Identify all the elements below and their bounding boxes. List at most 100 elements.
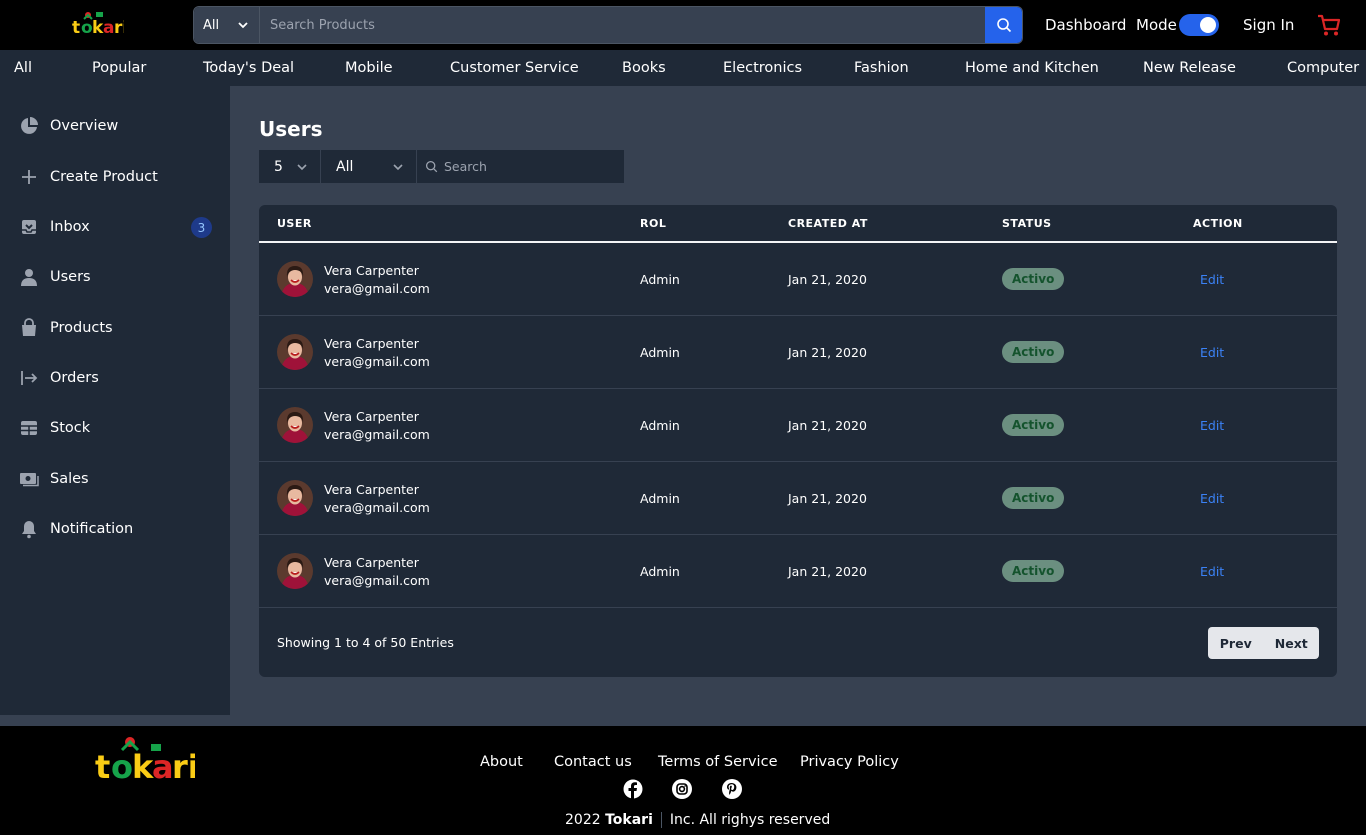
cart-icon	[1318, 14, 1341, 36]
logo-graphic: t o k a ri	[72, 12, 128, 38]
avatar	[277, 553, 313, 589]
sidebar-item-label: Notification	[50, 521, 134, 537]
category-mobile[interactable]: Mobile	[345, 60, 393, 76]
pinterest-icon[interactable]	[722, 779, 742, 799]
category-fashion[interactable]: Fashion	[854, 60, 909, 76]
category-books[interactable]: Books	[622, 60, 666, 76]
edit-link[interactable]: Edit	[1200, 491, 1224, 506]
inbox-icon	[18, 216, 40, 238]
category-bar: All Popular Today's Deal Mobile Customer…	[0, 50, 1366, 86]
top-header: t o k a ri All Dashboard Mode Sign In	[0, 0, 1366, 50]
table-row: Vera Carpenter vera@gmail.com Admin Jan …	[259, 535, 1337, 608]
sidebar-item-label: Overview	[50, 118, 119, 134]
sidebar-item-create-product[interactable]: Create Product	[18, 164, 214, 190]
status-badge: Activo	[1002, 560, 1065, 582]
user-email: vera@gmail.com	[324, 354, 430, 369]
table-search	[417, 150, 624, 183]
sidebar-item-overview[interactable]: Overview	[18, 113, 214, 139]
search-category-select[interactable]: All	[194, 7, 260, 43]
sign-in-link[interactable]: Sign In	[1243, 16, 1294, 34]
footer-link-about[interactable]: About	[480, 754, 523, 770]
copyright-divider	[660, 812, 662, 828]
user-created-at: Jan 21, 2020	[788, 418, 867, 433]
dashboard-link[interactable]: Dashboard	[1045, 16, 1126, 34]
edit-link[interactable]: Edit	[1200, 272, 1224, 287]
sidebar-item-inbox[interactable]: Inbox 3	[18, 214, 214, 240]
table-search-input[interactable]	[444, 159, 614, 174]
svg-text:ri: ri	[172, 748, 195, 782]
sidebar-item-sales[interactable]: Sales	[18, 466, 214, 492]
category-all[interactable]: All	[14, 60, 32, 76]
sidebar-item-label: Users	[50, 269, 91, 285]
page-size-select[interactable]: 5	[259, 150, 320, 183]
category-customer-service[interactable]: Customer Service	[450, 60, 579, 76]
category-new-release[interactable]: New Release	[1143, 60, 1236, 76]
column-header-action[interactable]: ACTION	[1193, 217, 1243, 230]
sidebar-item-users[interactable]: Users	[18, 264, 214, 290]
sidebar-item-orders[interactable]: Orders	[18, 365, 214, 391]
sidebar-item-stock[interactable]: Stock	[18, 415, 214, 441]
status-badge: Activo	[1002, 341, 1065, 363]
avatar	[277, 407, 313, 443]
avatar	[277, 334, 313, 370]
category-todays-deal[interactable]: Today's Deal	[203, 60, 294, 76]
mode-label: Mode	[1136, 16, 1177, 34]
search-icon	[996, 18, 1011, 33]
user-role: Admin	[640, 345, 680, 360]
user-icon	[18, 266, 40, 288]
pie-chart-icon	[18, 115, 40, 137]
svg-text:a: a	[152, 748, 174, 782]
footer-logo[interactable]: t o k a ri	[95, 732, 199, 786]
column-header-user[interactable]: USER	[277, 217, 312, 230]
edit-link[interactable]: Edit	[1200, 564, 1224, 579]
cash-icon	[18, 468, 40, 490]
category-popular[interactable]: Popular	[92, 60, 146, 76]
footer: t o k a ri About Contact us Terms of Ser…	[0, 726, 1366, 835]
user-email: vera@gmail.com	[324, 427, 430, 442]
edit-link[interactable]: Edit	[1200, 345, 1224, 360]
page-size-value: 5	[274, 158, 283, 175]
sidebar-item-label: Inbox	[50, 219, 90, 235]
chevron-down-icon	[297, 164, 307, 171]
copyright-brand: Tokari	[605, 812, 653, 828]
user-role: Admin	[640, 564, 680, 579]
pagination-info: Showing 1 to 4 of 50 Entries	[277, 635, 454, 650]
status-badge: Activo	[1002, 487, 1065, 509]
footer-link-privacy[interactable]: Privacy Policy	[800, 754, 899, 770]
svg-text:t: t	[95, 748, 110, 782]
user-name: Vera Carpenter	[324, 409, 419, 424]
next-button[interactable]: Next	[1264, 627, 1320, 659]
copyright: 2022 Tokari Inc. All righys reserved	[565, 812, 830, 828]
search-button[interactable]	[985, 7, 1022, 43]
prev-button[interactable]: Prev	[1208, 627, 1264, 659]
column-header-created-at[interactable]: CREATED AT	[788, 217, 868, 230]
product-search-bar: All	[193, 6, 1023, 44]
copyright-year: 2022	[565, 812, 601, 828]
chevron-down-icon	[393, 164, 403, 171]
category-home-kitchen[interactable]: Home and Kitchen	[965, 60, 1099, 76]
user-role: Admin	[640, 272, 680, 287]
column-header-status[interactable]: STATUS	[1002, 217, 1052, 230]
category-electronics[interactable]: Electronics	[723, 60, 802, 76]
footer-link-terms[interactable]: Terms of Service	[658, 754, 777, 770]
sidebar-item-notification[interactable]: Notification	[18, 516, 214, 542]
edit-link[interactable]: Edit	[1200, 418, 1224, 433]
cart-button[interactable]	[1316, 12, 1342, 42]
search-products-input[interactable]	[260, 7, 985, 43]
facebook-icon[interactable]	[623, 779, 643, 799]
table-icon	[18, 417, 40, 439]
toggle-knob	[1200, 17, 1216, 33]
category-computer[interactable]: Computer	[1287, 60, 1359, 76]
instagram-icon[interactable]	[672, 779, 692, 799]
column-header-rol[interactable]: ROL	[640, 217, 666, 230]
svg-text:o: o	[111, 748, 133, 782]
status-badge: Activo	[1002, 414, 1065, 436]
role-filter-select[interactable]: All	[321, 150, 416, 183]
footer-link-contact[interactable]: Contact us	[554, 754, 632, 770]
mode-toggle[interactable]	[1179, 14, 1219, 36]
logo[interactable]: t o k a ri	[72, 10, 128, 38]
user-name: Vera Carpenter	[324, 336, 419, 351]
sidebar-item-products[interactable]: Products	[18, 315, 214, 341]
user-email: vera@gmail.com	[324, 573, 430, 588]
table-row: Vera Carpenter vera@gmail.com Admin Jan …	[259, 389, 1337, 462]
